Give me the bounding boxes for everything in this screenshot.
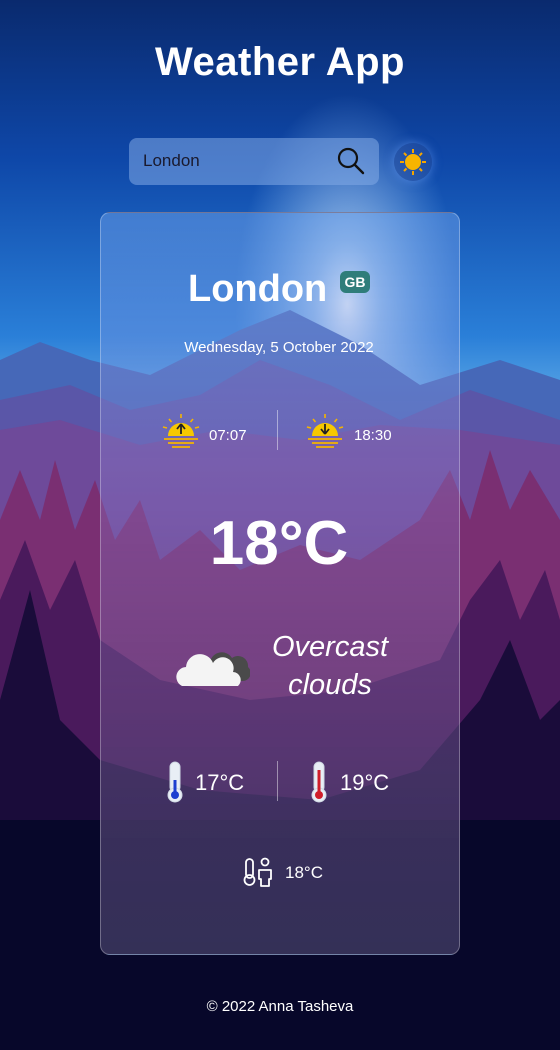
city-name: London [188, 268, 328, 310]
footer-copyright: © 2022 Anna Tasheva [206, 998, 354, 1015]
sun-divider [277, 410, 278, 450]
weather-description-line2: clouds [288, 669, 372, 701]
thermometer-low-icon [167, 761, 183, 803]
search-input[interactable] [143, 150, 328, 172]
sunset-time: 18:30 [354, 427, 392, 444]
weather-card [100, 212, 460, 955]
cloud-icon [176, 652, 250, 686]
search-icon[interactable] [336, 146, 366, 176]
sun-icon [400, 149, 426, 175]
temp-max: 19°C [340, 770, 390, 795]
temp-min: 17°C [195, 770, 245, 795]
app-title: Weather App [155, 40, 405, 84]
sunrise-time: 07:07 [209, 427, 247, 444]
sunrise-icon [162, 414, 200, 448]
current-temperature: 18°C [209, 509, 349, 578]
current-date: Wednesday, 5 October 2022 [184, 339, 374, 356]
sunset-icon [306, 414, 344, 448]
weather-description: Overcast clouds [250, 628, 410, 704]
minmax-divider [277, 761, 278, 801]
feels-like: 18°C [285, 863, 323, 882]
theme-toggle-button[interactable] [394, 143, 432, 181]
weather-description-line1: Overcast [271, 631, 389, 663]
thermometer-high-icon [311, 761, 327, 803]
country-badge: GB [340, 271, 370, 293]
person-thermometer-icon [243, 857, 272, 887]
